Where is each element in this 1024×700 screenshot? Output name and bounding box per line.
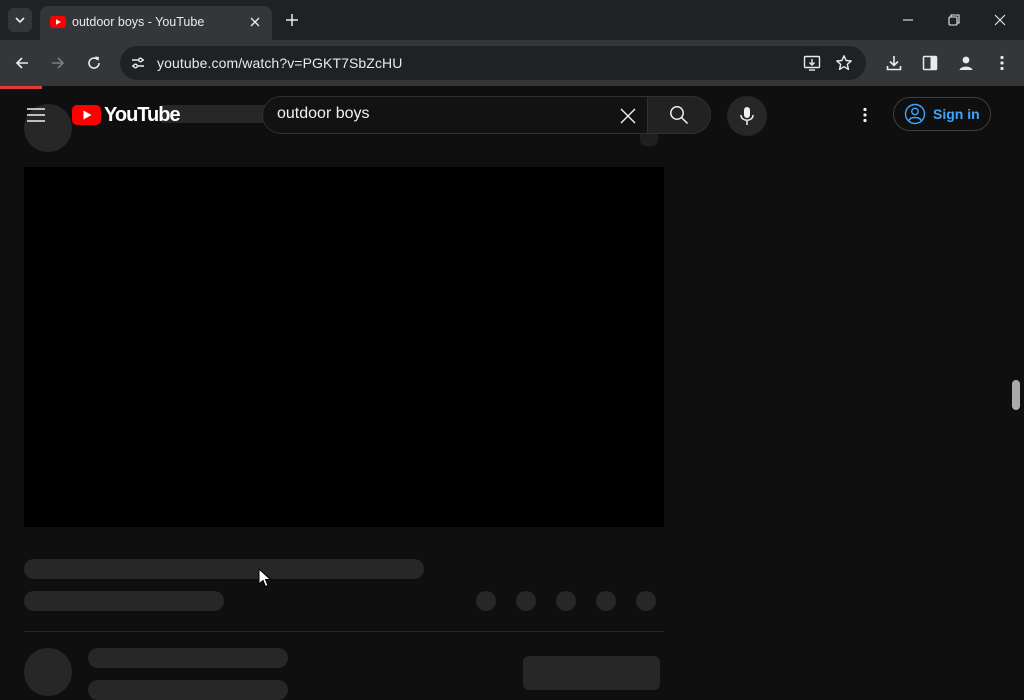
mic-icon bbox=[740, 107, 754, 125]
youtube-logo-icon bbox=[72, 105, 101, 125]
close-window-icon bbox=[994, 14, 1006, 26]
kebab-menu-icon bbox=[863, 107, 867, 123]
video-player[interactable] bbox=[24, 167, 664, 527]
site-info-button[interactable] bbox=[126, 51, 150, 75]
tab-title: outdoor boys - YouTube bbox=[72, 15, 205, 29]
skeleton-channel-name bbox=[88, 648, 288, 668]
search-input[interactable] bbox=[277, 105, 597, 123]
skeleton-subscribe-button bbox=[523, 656, 660, 690]
hamburger-icon bbox=[27, 108, 45, 122]
back-icon bbox=[15, 57, 28, 69]
sign-in-button[interactable]: Sign in bbox=[893, 97, 991, 131]
reload-icon bbox=[88, 56, 100, 69]
plus-icon bbox=[286, 14, 298, 26]
skeleton-video-title bbox=[24, 559, 424, 579]
tab-close-button[interactable] bbox=[246, 13, 264, 31]
clear-icon bbox=[620, 108, 636, 124]
youtube-logo[interactable]: YouTube bbox=[72, 103, 181, 126]
divider bbox=[24, 631, 664, 632]
search-icon bbox=[670, 106, 689, 125]
site-info-icon bbox=[132, 57, 144, 69]
skeleton-action-dot bbox=[476, 591, 496, 611]
bookmark-star-button[interactable] bbox=[832, 51, 856, 75]
youtube-logo-text: YouTube bbox=[104, 103, 181, 126]
forward-button[interactable] bbox=[46, 51, 70, 75]
minimize-button[interactable] bbox=[894, 8, 922, 32]
cursor-icon bbox=[258, 568, 272, 588]
settings-menu-button[interactable] bbox=[853, 103, 877, 127]
star-icon bbox=[836, 55, 852, 71]
download-icon bbox=[886, 56, 902, 71]
browser-toolbar: youtube.com/watch?v=PGKT7SbZcHU bbox=[0, 40, 1024, 86]
profile-button[interactable] bbox=[954, 51, 978, 75]
side-panel-button[interactable] bbox=[918, 51, 942, 75]
page-load-progress bbox=[0, 86, 42, 89]
browser-menu-button[interactable] bbox=[990, 51, 1014, 75]
tab-list-icon bbox=[15, 17, 25, 24]
minimize-icon bbox=[903, 19, 913, 21]
skeleton-channel-subs bbox=[88, 680, 288, 700]
sign-in-label: Sign in bbox=[933, 106, 980, 122]
reload-button[interactable] bbox=[82, 51, 106, 75]
account-icon bbox=[904, 103, 926, 125]
youtube-favicon bbox=[50, 16, 66, 28]
restore-icon bbox=[948, 14, 960, 26]
url-text[interactable]: youtube.com/watch?v=PGKT7SbZcHU bbox=[157, 55, 402, 71]
side-panel-icon bbox=[922, 55, 938, 71]
search-button[interactable] bbox=[647, 96, 711, 134]
scrollbar-thumb[interactable] bbox=[1012, 380, 1020, 410]
voice-search-button[interactable] bbox=[727, 96, 767, 136]
skeleton-action-dot bbox=[636, 591, 656, 611]
tab-search-button[interactable] bbox=[8, 8, 32, 32]
back-button[interactable] bbox=[10, 51, 34, 75]
install-app-icon bbox=[803, 55, 821, 71]
skeleton-channel-avatar bbox=[24, 648, 72, 696]
downloads-button[interactable] bbox=[882, 51, 906, 75]
skeleton-action-dot bbox=[516, 591, 536, 611]
forward-icon bbox=[52, 57, 65, 69]
skeleton-video-meta bbox=[24, 591, 224, 611]
kebab-menu-icon bbox=[1000, 55, 1004, 71]
profile-icon bbox=[959, 56, 973, 70]
close-icon bbox=[250, 17, 260, 27]
guide-menu-button[interactable] bbox=[24, 103, 48, 127]
browser-tab-active[interactable]: outdoor boys - YouTube bbox=[40, 6, 272, 40]
new-tab-button[interactable] bbox=[282, 10, 302, 30]
skeleton-action-dot bbox=[596, 591, 616, 611]
address-bar[interactable]: youtube.com/watch?v=PGKT7SbZcHU bbox=[120, 46, 866, 80]
skeleton-action-dot bbox=[556, 591, 576, 611]
restore-button[interactable] bbox=[940, 8, 968, 32]
browser-tab-strip: outdoor boys - YouTube bbox=[0, 0, 1024, 40]
search-box[interactable] bbox=[262, 96, 647, 134]
search-clear-button[interactable] bbox=[615, 103, 641, 129]
install-app-button[interactable] bbox=[800, 51, 824, 75]
close-window-button[interactable] bbox=[986, 8, 1014, 32]
